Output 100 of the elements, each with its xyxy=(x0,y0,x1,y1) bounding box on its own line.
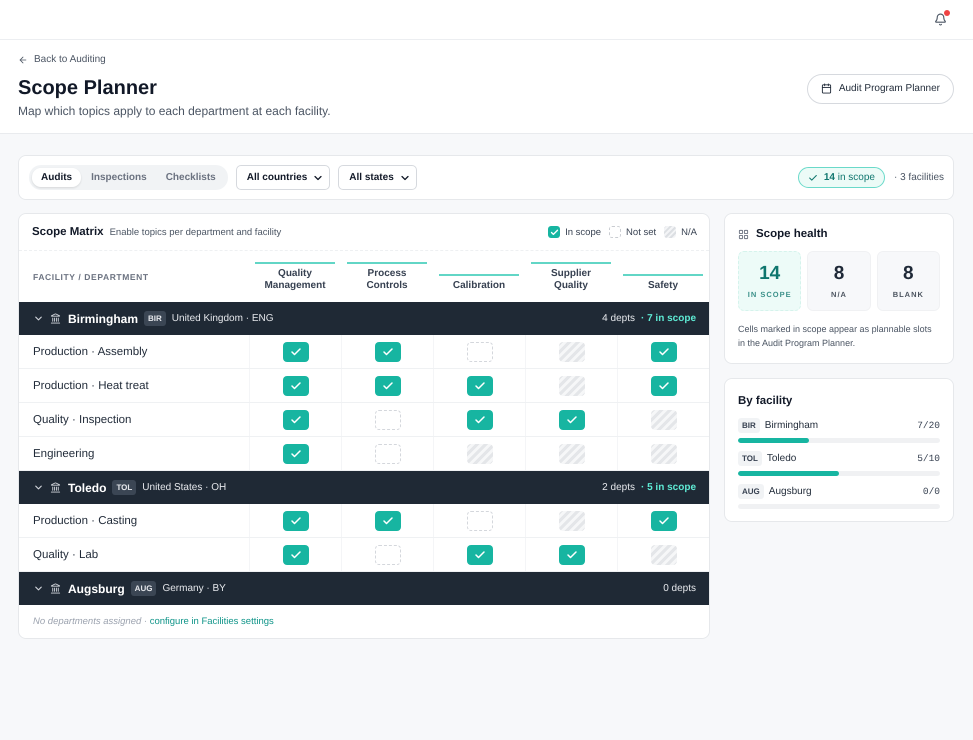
check-icon xyxy=(382,514,394,526)
check-icon xyxy=(474,548,486,560)
facility-location: United States · OH xyxy=(142,482,226,493)
building-columns-icon xyxy=(50,482,61,493)
department-name: Production · Casting xyxy=(32,514,138,526)
checked-box-icon xyxy=(548,226,560,238)
check-icon xyxy=(808,172,818,182)
check-icon xyxy=(290,346,302,358)
check-icon xyxy=(566,414,578,426)
stat-value: 8 xyxy=(834,263,844,285)
page-title: Scope Planner xyxy=(18,76,157,100)
department-name: Quality · Lab xyxy=(32,548,98,560)
empty-checkbox[interactable] xyxy=(466,510,492,530)
in-scope-count: 14 in scope xyxy=(824,172,875,183)
facility-name: Toledo xyxy=(68,480,106,494)
checked-checkbox[interactable] xyxy=(650,376,676,396)
scope-health-note: Cells marked in scope appear as plannable slots in the Audit Program Planner. xyxy=(738,323,933,350)
department-count: 0 depts xyxy=(663,583,696,594)
filter-select[interactable]: All states xyxy=(338,165,417,190)
back-link[interactable]: Back to Auditing xyxy=(18,54,106,66)
facility-name: Birmingham xyxy=(68,312,138,326)
department-name: Quality · Inspection xyxy=(32,414,132,426)
calendar-icon xyxy=(820,83,832,94)
filter-select[interactable]: All countries xyxy=(236,165,330,190)
page-subtitle: Map which topics apply to each department at each facility. xyxy=(18,104,331,119)
card-title: Scope health xyxy=(756,228,828,240)
facility-code: AUG xyxy=(130,581,156,596)
stat-value: 14 xyxy=(759,263,780,285)
tab[interactable]: Inspections xyxy=(82,168,156,187)
card-title: Scope Matrix xyxy=(32,226,104,238)
facility-name: Birmingham xyxy=(764,420,818,431)
column-header: Process Controls xyxy=(347,262,427,292)
audit-program-planner-button[interactable]: Audit Program Planner xyxy=(806,74,954,104)
check-icon xyxy=(658,380,670,392)
department-name: Production · Assembly xyxy=(32,346,148,358)
building-columns-icon xyxy=(50,583,61,594)
tab[interactable]: Checklists xyxy=(156,168,225,187)
checked-checkbox[interactable] xyxy=(558,544,584,564)
department-count: 4 depts xyxy=(602,313,635,324)
dashed-box-icon xyxy=(609,226,622,238)
check-icon xyxy=(474,414,486,426)
tab[interactable]: Audits xyxy=(32,168,82,187)
column-header: Safety xyxy=(623,274,703,292)
bell-icon xyxy=(934,13,946,26)
in-scope-total: · 7 in scope xyxy=(640,313,696,324)
scope-ratio: 0/0 xyxy=(922,486,940,497)
facility-name: Augsburg xyxy=(68,582,125,596)
check-icon xyxy=(382,346,394,358)
empty-checkbox[interactable] xyxy=(374,544,400,564)
facility-count: · 3 facilities xyxy=(894,172,944,183)
legend-label: Not set xyxy=(626,226,656,238)
legend-label: In scope xyxy=(565,226,602,238)
grid-icon xyxy=(738,228,749,240)
checked-checkbox[interactable] xyxy=(650,510,676,530)
department-count: 2 depts xyxy=(602,482,635,493)
checked-checkbox[interactable] xyxy=(282,444,308,464)
checked-checkbox[interactable] xyxy=(374,376,400,396)
facility-code: TOL xyxy=(738,451,762,466)
checked-checkbox[interactable] xyxy=(650,342,676,362)
checked-checkbox[interactable] xyxy=(466,544,492,564)
check-icon xyxy=(658,514,670,526)
facility-code: TOL xyxy=(112,480,136,495)
check-icon xyxy=(474,380,486,392)
checked-checkbox[interactable] xyxy=(374,342,400,362)
card-title: By facility xyxy=(738,395,792,407)
checked-checkbox[interactable] xyxy=(282,410,308,430)
facilities-settings-link[interactable]: configure in Facilities settings xyxy=(150,616,274,627)
column-header: Supplier Quality xyxy=(531,262,611,292)
facility-code: BIR xyxy=(738,418,760,433)
check-icon xyxy=(290,448,302,460)
checked-checkbox[interactable] xyxy=(558,410,584,430)
facility-name: Toledo xyxy=(766,453,796,464)
check-icon xyxy=(290,548,302,560)
empty-checkbox[interactable] xyxy=(374,410,400,430)
scope-ratio: 5/10 xyxy=(917,453,940,464)
checked-checkbox[interactable] xyxy=(466,410,492,430)
stat-value: 8 xyxy=(903,263,914,285)
notifications-button[interactable] xyxy=(933,12,947,27)
facility-location: United Kingdom · ENG xyxy=(172,313,274,324)
checked-checkbox[interactable] xyxy=(466,376,492,396)
checked-checkbox[interactable] xyxy=(282,342,308,362)
check-icon xyxy=(382,380,394,392)
facility-code: BIR xyxy=(144,311,166,326)
scope-ratio: 7/20 xyxy=(917,420,940,431)
checked-checkbox[interactable] xyxy=(282,544,308,564)
hatched-box-icon xyxy=(664,226,676,238)
column-header: Quality Management xyxy=(255,262,335,292)
in-scope-total: · 5 in scope xyxy=(640,482,696,493)
empty-checkbox[interactable] xyxy=(466,342,492,362)
empty-checkbox[interactable] xyxy=(374,444,400,464)
facility-location: Germany · BY xyxy=(162,583,226,594)
card-subtitle: Enable topics per department and facility xyxy=(110,226,282,238)
building-columns-icon xyxy=(50,313,61,324)
checked-checkbox[interactable] xyxy=(374,510,400,530)
check-icon xyxy=(290,414,302,426)
arrow-left-icon xyxy=(18,55,28,65)
department-name: Production · Heat treat xyxy=(32,380,149,392)
checked-checkbox[interactable] xyxy=(282,376,308,396)
facility-code: AUG xyxy=(738,484,764,499)
checked-checkbox[interactable] xyxy=(282,510,308,530)
